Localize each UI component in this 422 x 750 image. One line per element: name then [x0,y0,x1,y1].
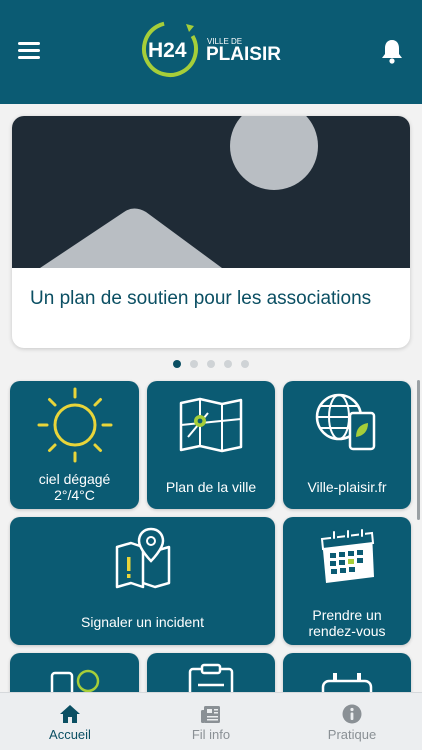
logo-city-text: PLAISIR [206,44,281,65]
calendar-icon [320,529,375,583]
tab-label: Pratique [327,727,377,742]
carousel-dot[interactable] [190,360,198,368]
map-pin-alert-icon [115,527,171,589]
report-incident-tile[interactable]: Signaler un incident [10,517,275,645]
weather-temperature: 2°/4°C [54,487,95,503]
carousel-pagination [0,360,422,368]
map-icon [179,397,243,453]
carousel-dot[interactable] [241,360,249,368]
image-placeholder-icon [12,116,410,268]
tab-label: Accueil [49,727,91,742]
hamburger-menu-icon[interactable] [18,42,40,60]
appointment-label-line2: rendez-vous [308,623,386,639]
appointment-tile[interactable]: Prendre un rendez-vous [283,517,411,645]
app-header: H24 VILLE DE PLAISIR [0,0,422,104]
tab-fil-info[interactable]: Fil info [141,693,281,750]
tab-label: Fil info [191,727,231,742]
globe-phone-icon [315,393,376,451]
weather-condition: ciel dégagé [38,471,111,487]
news-carousel-card[interactable]: Un plan de soutien pour les associations [12,116,410,348]
website-tile[interactable]: Ville-plaisir.fr [283,381,411,509]
home-icon [60,705,80,723]
newspaper-icon [201,706,220,723]
city-map-label: Plan de la ville [165,479,257,495]
tab-accueil[interactable]: Accueil [0,693,140,750]
bottom-tab-bar: Accueil Fil info Pratique [0,692,422,750]
city-map-tile[interactable]: Plan de la ville [147,381,275,509]
sun-icon [37,387,113,463]
carousel-dot[interactable] [207,360,215,368]
appointment-label-line1: Prendre un [312,607,382,623]
carousel-dot[interactable] [224,360,232,368]
carousel-title: Un plan de soutien pour les associations [30,288,372,309]
carousel-dot[interactable] [173,360,181,368]
tab-pratique[interactable]: Pratique [282,693,422,750]
website-label: Ville-plaisir.fr [307,479,387,495]
weather-tile[interactable]: ciel dégagé 2°/4°C [10,381,139,509]
info-icon [342,704,362,724]
logo-main-text: H24 [148,39,187,62]
bell-icon[interactable] [380,38,404,64]
report-incident-label: Signaler un incident [81,614,204,630]
city-logo: H24 VILLE DE PLAISIR [142,21,281,77]
scrollbar[interactable] [417,380,420,520]
